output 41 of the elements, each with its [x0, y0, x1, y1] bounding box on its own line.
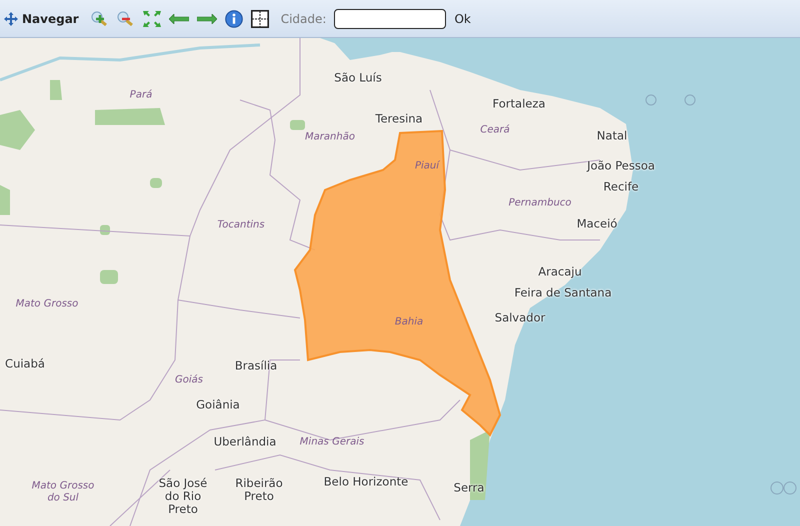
city-label: Brasília [234, 359, 278, 373]
ok-button[interactable]: Ok [454, 10, 471, 28]
city-label: Goiânia [196, 398, 240, 412]
city-label: Recife [603, 180, 639, 194]
city-label: Serra [454, 481, 484, 495]
state-label: Goiás [175, 374, 203, 386]
city-label: Cidade: [280, 10, 326, 28]
state-label: Minas Gerais [300, 436, 364, 448]
city-label: Belo Horizonte [324, 475, 408, 489]
city-label: Uberlândia [214, 435, 276, 449]
city-label: Aracaju [538, 265, 582, 279]
city-label: João Pessoa [587, 159, 655, 173]
move-icon[interactable] [4, 12, 18, 26]
city-label: São José do Rio Preto [158, 477, 208, 517]
city-input-field[interactable] [334, 8, 446, 28]
city-label: São Luís [334, 71, 382, 85]
city-label: Teresina [375, 112, 423, 126]
state-label: Mato Grosso [16, 298, 78, 310]
info-icon[interactable] [224, 10, 243, 28]
city-label: Cuiabá [5, 357, 45, 371]
navigate-label[interactable]: Navegar [22, 10, 79, 28]
state-label: Pará [130, 89, 152, 101]
grid-icon[interactable] [250, 10, 269, 28]
city-label: Natal [596, 129, 628, 143]
zoom-in-icon[interactable] [90, 10, 109, 26]
state-label: Ceará [480, 124, 510, 136]
zoom-out-icon[interactable] [116, 10, 135, 26]
state-label: Bahia [394, 316, 424, 328]
city-label: Salvador [494, 311, 546, 325]
state-label: Pernambuco [508, 197, 572, 209]
state-label: Piauí [414, 160, 440, 172]
state-label: Tocantins [217, 219, 265, 231]
city-label: Ribeirão Preto [234, 476, 284, 504]
city-label: Fortaleza [492, 97, 546, 111]
forward-arrow-icon[interactable] [196, 14, 217, 24]
back-arrow-icon[interactable] [168, 14, 189, 24]
state-label: Maranhão [305, 131, 355, 143]
state-label: Mato Grosso do Sul [30, 480, 96, 504]
city-label: Maceió [576, 217, 618, 231]
city-label: Feira de Santana [514, 286, 612, 300]
full-extent-icon[interactable] [142, 10, 161, 26]
